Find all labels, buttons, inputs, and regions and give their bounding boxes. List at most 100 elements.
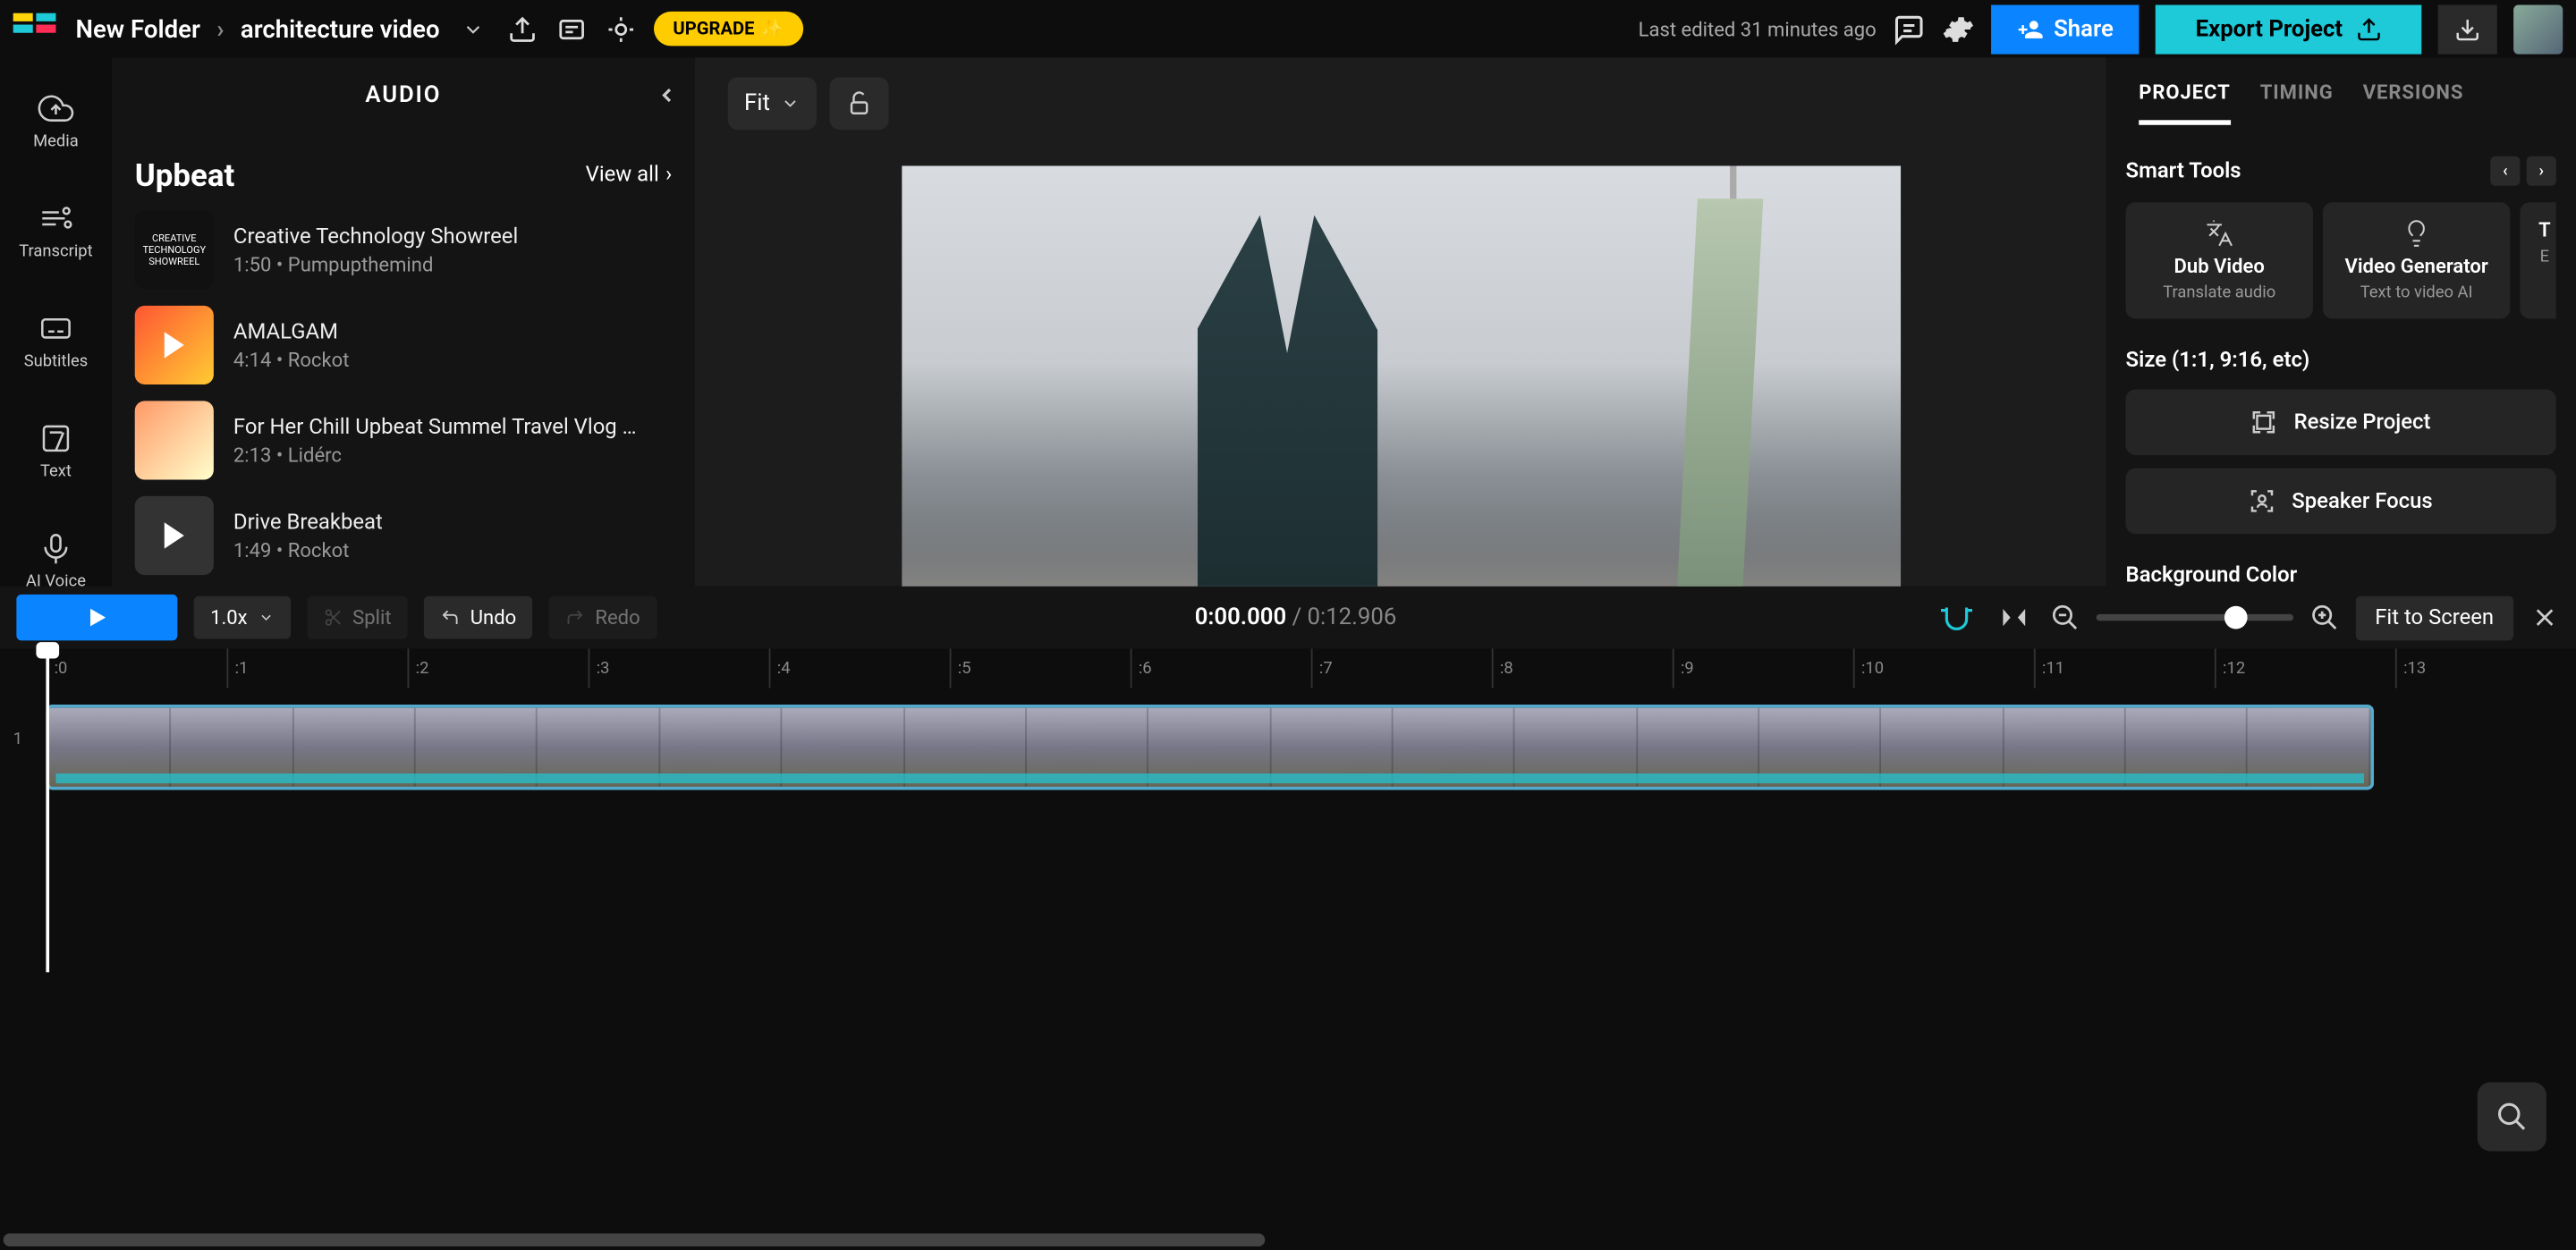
zoom-in-icon	[2309, 603, 2339, 632]
smart-prev[interactable]: ‹	[2490, 156, 2520, 185]
audio-track[interactable]: CREATIVETECHNOLOGYSHOWREEL Creative Techn…	[135, 210, 673, 289]
zoom-handle[interactable]	[2224, 606, 2247, 629]
rail-aivoice[interactable]: AI Voice	[10, 518, 102, 587]
track-meta: 1:50 • Pumpupthemind	[233, 252, 518, 275]
timeline-tracks[interactable]: 1	[0, 688, 2576, 1234]
rail-subtitles[interactable]: Subtitles	[10, 297, 102, 384]
ruler-tick: :1	[226, 648, 407, 688]
sparkle-icon[interactable]	[604, 13, 637, 46]
speaker-focus-button[interactable]: Speaker Focus	[2126, 468, 2556, 533]
play-button[interactable]	[16, 595, 177, 640]
zoom-out-button[interactable]	[2050, 603, 2080, 632]
unlock-icon	[845, 90, 871, 116]
size-label: Size (1:1, 9:16, etc)	[2126, 348, 2556, 373]
play-icon	[165, 332, 184, 358]
track-title: Creative Technology Showreel	[233, 224, 518, 249]
settings-icon[interactable]	[1942, 13, 1975, 46]
timeline-controls: 1.0x Split Undo Redo 0:00.000 / 0:12.906…	[0, 587, 2576, 649]
view-all-upbeat[interactable]: View all ›	[586, 163, 673, 188]
zoom-in-button[interactable]	[2309, 603, 2339, 632]
speed-dropdown[interactable]: 1.0x	[194, 596, 291, 639]
track-title: For Her Chill Upbeat Summel Travel Vlog …	[233, 415, 644, 440]
audio-track[interactable]: AMALGAM4:14 • Rockot	[135, 306, 673, 384]
breadcrumb: New Folder › architecture video	[75, 14, 439, 44]
rail-transcript-label: Transcript	[19, 243, 92, 261]
split-label: Split	[352, 606, 391, 629]
track-row-number: 1	[13, 731, 22, 748]
canvas-toolbar: Fit	[695, 57, 2106, 149]
rail-media[interactable]: Media	[10, 77, 102, 164]
smart-card-partial[interactable]: TE	[2520, 202, 2555, 318]
download-button[interactable]	[2438, 4, 2497, 54]
tab-versions[interactable]: VERSIONS	[2363, 80, 2464, 125]
last-edited-text: Last edited 31 minutes ago	[1639, 17, 1877, 40]
sparkle-emoji: ✨	[761, 18, 784, 39]
video-clip[interactable]	[46, 705, 2373, 790]
card-sub: Translate audio	[2163, 284, 2275, 302]
audio-track[interactable]: For Her Chill Upbeat Summel Travel Vlog …	[135, 401, 673, 479]
close-icon	[2530, 603, 2560, 632]
breadcrumb-folder[interactable]: New Folder	[75, 14, 199, 44]
fit-to-screen-button[interactable]: Fit to Screen	[2355, 595, 2513, 640]
ruler-tick: :11	[2034, 648, 2215, 688]
smart-card-generator[interactable]: Video GeneratorText to video AI	[2323, 202, 2510, 318]
panel-title: AUDIO	[365, 82, 441, 108]
breadcrumb-project[interactable]: architecture video	[241, 14, 440, 44]
smart-tools-label: Smart Tools ‹ ›	[2126, 156, 2556, 185]
export-button[interactable]: Export Project	[2157, 4, 2422, 54]
split-button: Split	[307, 596, 408, 639]
playhead[interactable]	[46, 644, 49, 972]
smart-card-dub[interactable]: Dub VideoTranslate audio	[2126, 202, 2313, 318]
canvas-viewport[interactable]	[695, 149, 2106, 587]
section-upbeat-head: Upbeat View all ›	[135, 156, 673, 193]
zoom-slider[interactable]	[2096, 614, 2292, 621]
rail-text-label: Text	[40, 463, 72, 481]
ruler-tick: :12	[2215, 648, 2395, 688]
properties-panel: PROJECT TIMING VERSIONS Smart Tools ‹ › …	[2106, 57, 2576, 586]
upload-icon[interactable]	[505, 13, 538, 46]
notes-icon[interactable]	[555, 13, 588, 46]
scroll-thumb[interactable]	[4, 1233, 1266, 1246]
fit-dropdown[interactable]: Fit	[728, 77, 817, 130]
track-thumb	[135, 306, 214, 384]
rail-text[interactable]: Text	[10, 408, 102, 494]
close-timeline-button[interactable]	[2530, 603, 2560, 632]
smart-next[interactable]: ›	[2527, 156, 2556, 185]
panel-tabs: PROJECT TIMING VERSIONS	[2126, 57, 2556, 126]
zoom-fab[interactable]	[2478, 1082, 2546, 1151]
timeline-ruler[interactable]: :0 :1 :2 :3 :4 :5 :6 :7 :8 :9 :10 :11 :1…	[0, 648, 2576, 688]
upgrade-label: UPGRADE	[673, 18, 754, 39]
trim-icon	[1994, 603, 2033, 632]
topbar: New Folder › architecture video UPGRADE ✨…	[0, 0, 2576, 57]
unlock-button[interactable]	[829, 77, 888, 130]
redo-icon	[565, 608, 585, 628]
comment-icon[interactable]	[1893, 13, 1926, 46]
track-thumb: CREATIVETECHNOLOGYSHOWREEL	[135, 210, 214, 289]
user-avatar[interactable]	[2513, 4, 2563, 54]
timecode: 0:00.000 / 0:12.906	[1195, 604, 1397, 630]
redo-button: Redo	[549, 596, 657, 639]
project-dropdown[interactable]	[456, 13, 489, 46]
trim-button[interactable]	[1994, 603, 2033, 632]
tab-project[interactable]: PROJECT	[2139, 80, 2230, 125]
audio-track[interactable]: Drive Breakbeat1:49 • Rockot	[135, 496, 673, 575]
resize-project-button[interactable]: Resize Project	[2126, 389, 2556, 454]
horizontal-scrollbar[interactable]	[0, 1233, 2576, 1249]
undo-label: Undo	[470, 606, 516, 629]
tab-timing[interactable]: TIMING	[2260, 80, 2334, 125]
video-preview[interactable]	[901, 166, 1900, 587]
rail-transcript[interactable]: Transcript	[10, 187, 102, 274]
magnet-button[interactable]	[1935, 603, 1978, 632]
track-thumb	[135, 496, 214, 575]
export-label: Export Project	[2196, 15, 2343, 41]
play-icon	[165, 522, 184, 548]
app-logo[interactable]	[13, 13, 59, 46]
undo-button[interactable]: Undo	[424, 596, 532, 639]
left-rail: Media Transcript Subtitles Text AI Voice…	[0, 57, 112, 586]
speed-label: 1.0x	[210, 606, 248, 629]
upgrade-button[interactable]: UPGRADE ✨	[653, 12, 803, 46]
collapse-panel-button[interactable]	[648, 77, 684, 113]
card-title: Video Generator	[2345, 255, 2488, 278]
ruler-tick: :7	[1311, 648, 1492, 688]
share-button[interactable]: Share	[1991, 4, 2140, 54]
